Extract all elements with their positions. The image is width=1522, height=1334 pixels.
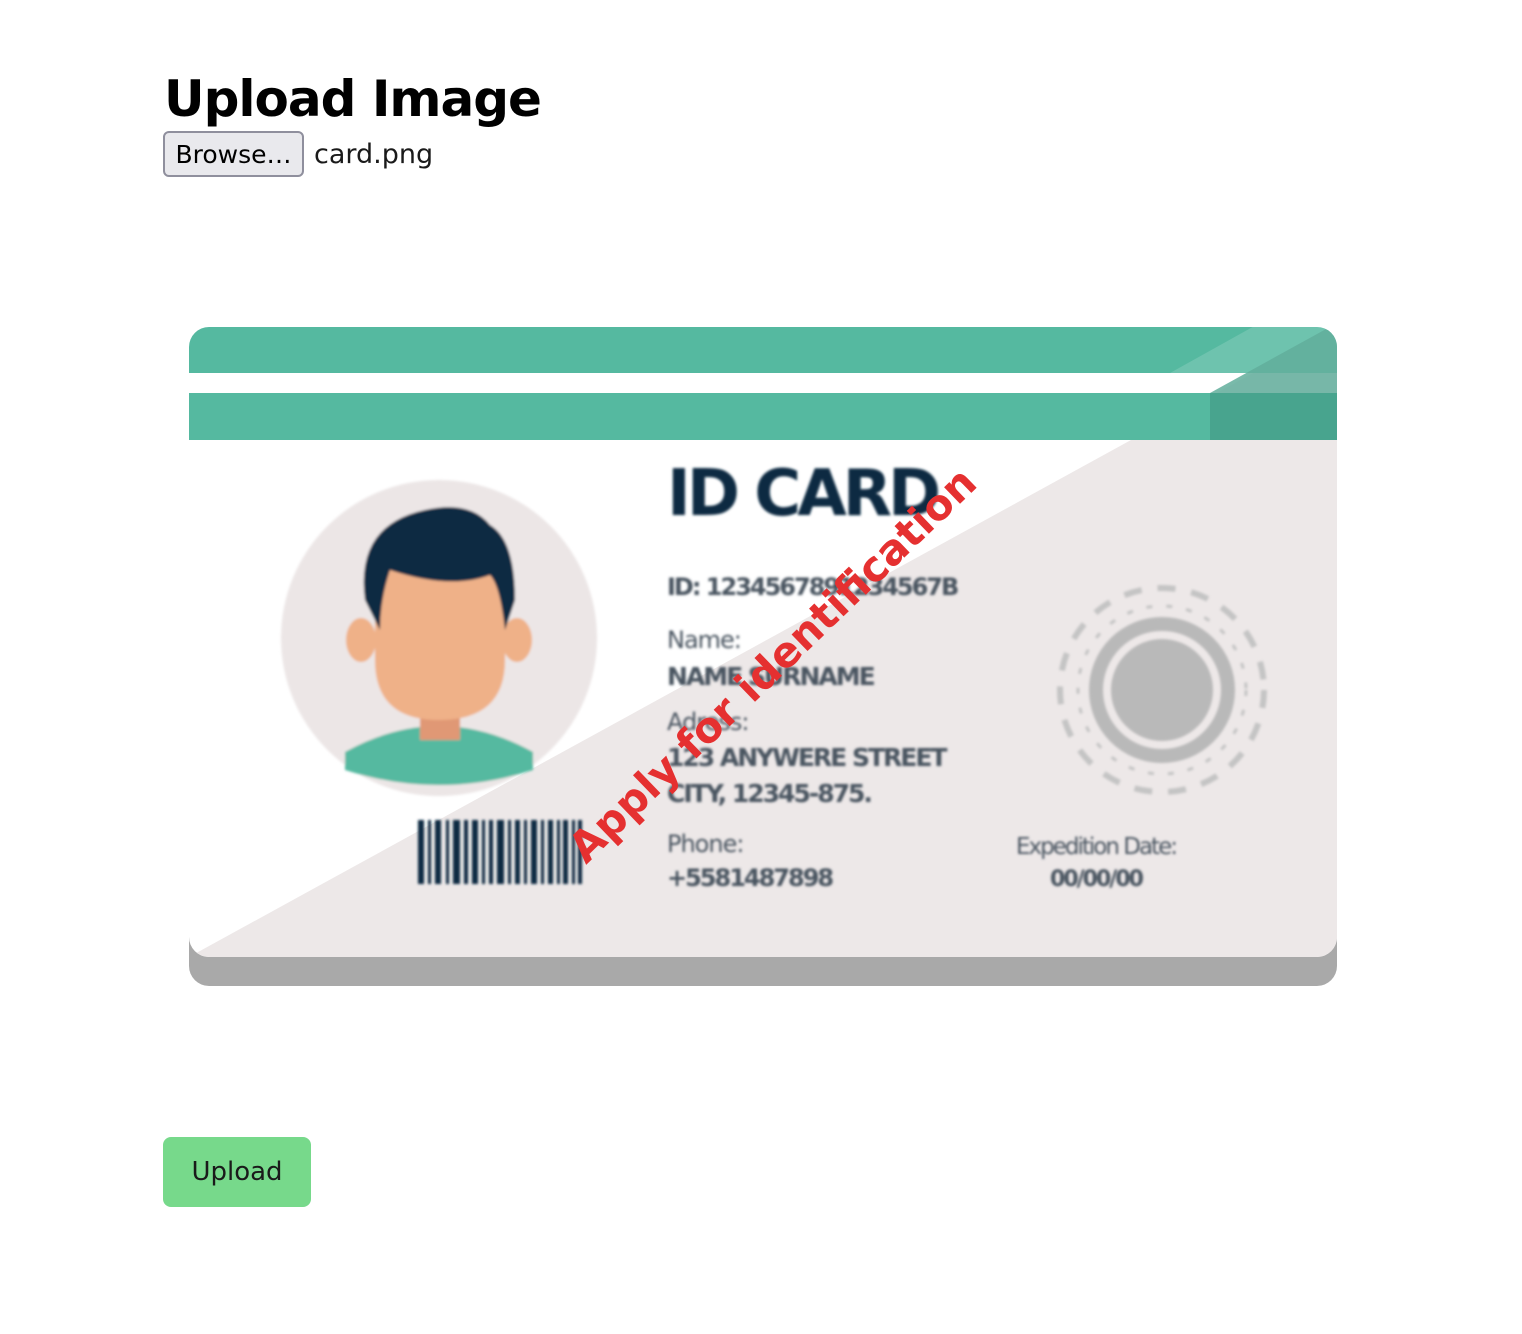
id-card-image: ID CARD ID: 1234567891234567B Name: NAME… (189, 327, 1337, 986)
card-address-line2: CITY, 12345-875. (667, 779, 871, 808)
upload-button[interactable]: Upload (163, 1137, 311, 1207)
browse-button[interactable]: Browse… (163, 131, 304, 177)
card-phone-value: +5581487898 (667, 864, 833, 892)
card-second-stripe (189, 393, 1337, 440)
file-input[interactable]: Browse… card.png (163, 131, 433, 177)
avatar (281, 480, 597, 796)
card-top-stripe (189, 327, 1337, 373)
page-title: Upload Image (164, 70, 542, 128)
card-phone-label: Phone: (667, 830, 743, 858)
card-name-label: Name: (667, 626, 741, 654)
card-expedition-label: Expedition Date: (1016, 834, 1176, 860)
selected-file-name: card.png (314, 138, 434, 170)
card-expedition-value: 00/00/00 (1050, 867, 1144, 892)
image-preview: ID CARD ID: 1234567891234567B Name: NAME… (170, 300, 1360, 1010)
